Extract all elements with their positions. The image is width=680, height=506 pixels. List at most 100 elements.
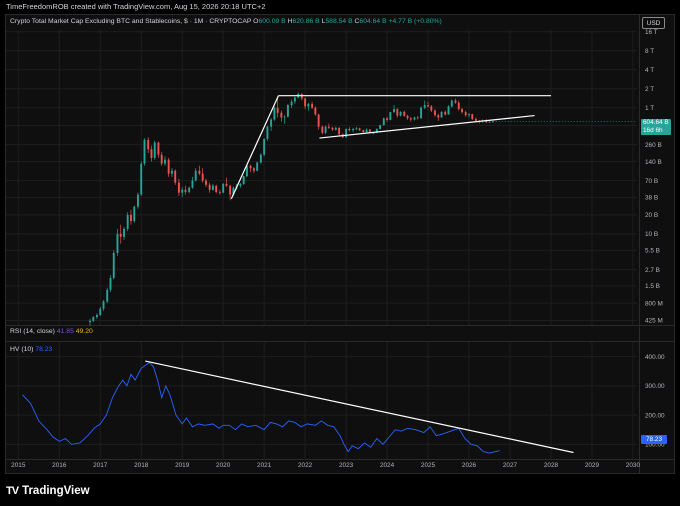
candle-body	[160, 154, 163, 164]
candle-body	[157, 142, 160, 155]
candle-body	[239, 183, 242, 186]
price-trendline[interactable]	[230, 95, 280, 200]
candle-body	[218, 192, 221, 193]
x-tick-label: 2021	[257, 462, 272, 469]
hv-last-value-tag: 78.23	[641, 435, 667, 444]
tradingview-wordmark: TradingView	[22, 485, 90, 497]
candle-body	[198, 170, 201, 174]
candle-body	[259, 154, 262, 163]
y-tick-label: 140 B	[645, 159, 662, 166]
hv-y-tick-label: 300.00	[645, 383, 665, 390]
candle-body	[177, 182, 180, 193]
candle-body	[106, 289, 109, 302]
price-trendline[interactable]	[319, 114, 535, 139]
candle-body	[256, 162, 259, 171]
candle-body	[461, 109, 463, 113]
candle-body	[130, 214, 132, 222]
hv-y-tick-label: 200.00	[645, 412, 665, 419]
last-price-value: 604.64 B	[643, 119, 669, 126]
candle-body	[427, 105, 429, 107]
candle-body	[362, 130, 365, 133]
x-tick-label: 2019	[175, 462, 190, 469]
y-tick-label: 2 T	[645, 86, 654, 93]
y-tick-label: 10 B	[645, 231, 658, 238]
candle-body	[437, 115, 440, 118]
candle-body	[444, 111, 447, 115]
y-tick-label: 260 B	[645, 142, 662, 149]
legend-high: 620.86 B	[292, 18, 320, 25]
x-tick-label: 2029	[585, 462, 600, 469]
candle-body	[324, 126, 327, 133]
candle-body	[136, 194, 139, 207]
x-tick-label: 2017	[93, 462, 108, 469]
y-tick-label: 800 M	[645, 300, 663, 307]
candle-body	[352, 128, 354, 131]
candle-body	[109, 278, 112, 290]
candle-body	[229, 185, 232, 195]
candle-body	[409, 118, 412, 120]
candle-body	[126, 214, 129, 229]
y-tick-label: 1 T	[645, 105, 654, 112]
candle-body	[147, 139, 150, 150]
hv-y-tick-label: 400.00	[645, 354, 665, 361]
bar-countdown: 16d 6h	[643, 127, 663, 134]
y-tick-label: 2.7 B	[645, 267, 660, 274]
candle-body	[89, 320, 91, 323]
candle-body	[468, 114, 470, 116]
hv-trendline[interactable]	[145, 360, 574, 454]
candle-body	[293, 97, 296, 102]
candle-body	[420, 107, 423, 119]
candle-body	[334, 127, 337, 130]
candle-body	[488, 121, 491, 123]
candle-body	[116, 233, 119, 253]
candle-body	[167, 159, 170, 174]
chart-canvas[interactable]: 2015 2016 2017 2018 2019 2020 2021 2022 2023 2024…	[0, 0, 680, 506]
candle-body	[365, 129, 368, 133]
candle-body	[386, 118, 389, 120]
candle-body	[416, 117, 419, 119]
candle-body	[102, 301, 105, 309]
tradingview-brand[interactable]: TV TradingView	[6, 484, 90, 498]
candle-body	[314, 107, 317, 115]
x-tick-label: 2018	[134, 462, 149, 469]
currency-button[interactable]: USD	[642, 17, 665, 29]
y-tick-label: 4 T	[645, 67, 654, 74]
x-tick-label: 2020	[216, 462, 231, 469]
candle-body	[379, 125, 382, 129]
candle-body	[355, 128, 358, 130]
candle-body	[164, 159, 166, 164]
rsi-legend: RSI (14, close) 41.85 49.20	[10, 327, 93, 336]
candle-body	[457, 102, 460, 110]
candle-body	[273, 107, 276, 120]
candle-body	[450, 100, 453, 107]
candle-body	[170, 170, 173, 174]
x-tick-label: 2024	[380, 462, 395, 469]
candle-body	[242, 176, 245, 184]
main-legend-title: Crypto Total Market Cap Excluding BTC an…	[10, 18, 252, 25]
candle-body	[215, 185, 218, 193]
candle-body	[406, 115, 409, 119]
candle-body	[123, 228, 125, 237]
candle-body	[345, 128, 348, 138]
candle-body	[403, 111, 406, 116]
candle-body	[413, 117, 416, 120]
candle-body	[266, 126, 269, 139]
candle-body	[270, 119, 273, 127]
candle-body	[475, 119, 477, 121]
candle-body	[348, 128, 351, 131]
candle-body	[283, 116, 286, 118]
x-tick-label: 2023	[339, 462, 354, 469]
hv-value: 78.23	[35, 346, 53, 353]
candle-body	[211, 185, 214, 190]
y-tick-label: 70 B	[645, 178, 658, 185]
x-tick-label: 2025	[421, 462, 436, 469]
candle-body	[133, 206, 136, 222]
candle-body	[454, 100, 457, 103]
candle-body	[249, 165, 252, 169]
candle-body	[464, 112, 467, 116]
candle-body	[140, 163, 143, 195]
x-tick-label: 2022	[298, 462, 313, 469]
candle-body	[208, 184, 211, 190]
candle-body	[119, 233, 122, 237]
candle-body	[194, 170, 197, 181]
